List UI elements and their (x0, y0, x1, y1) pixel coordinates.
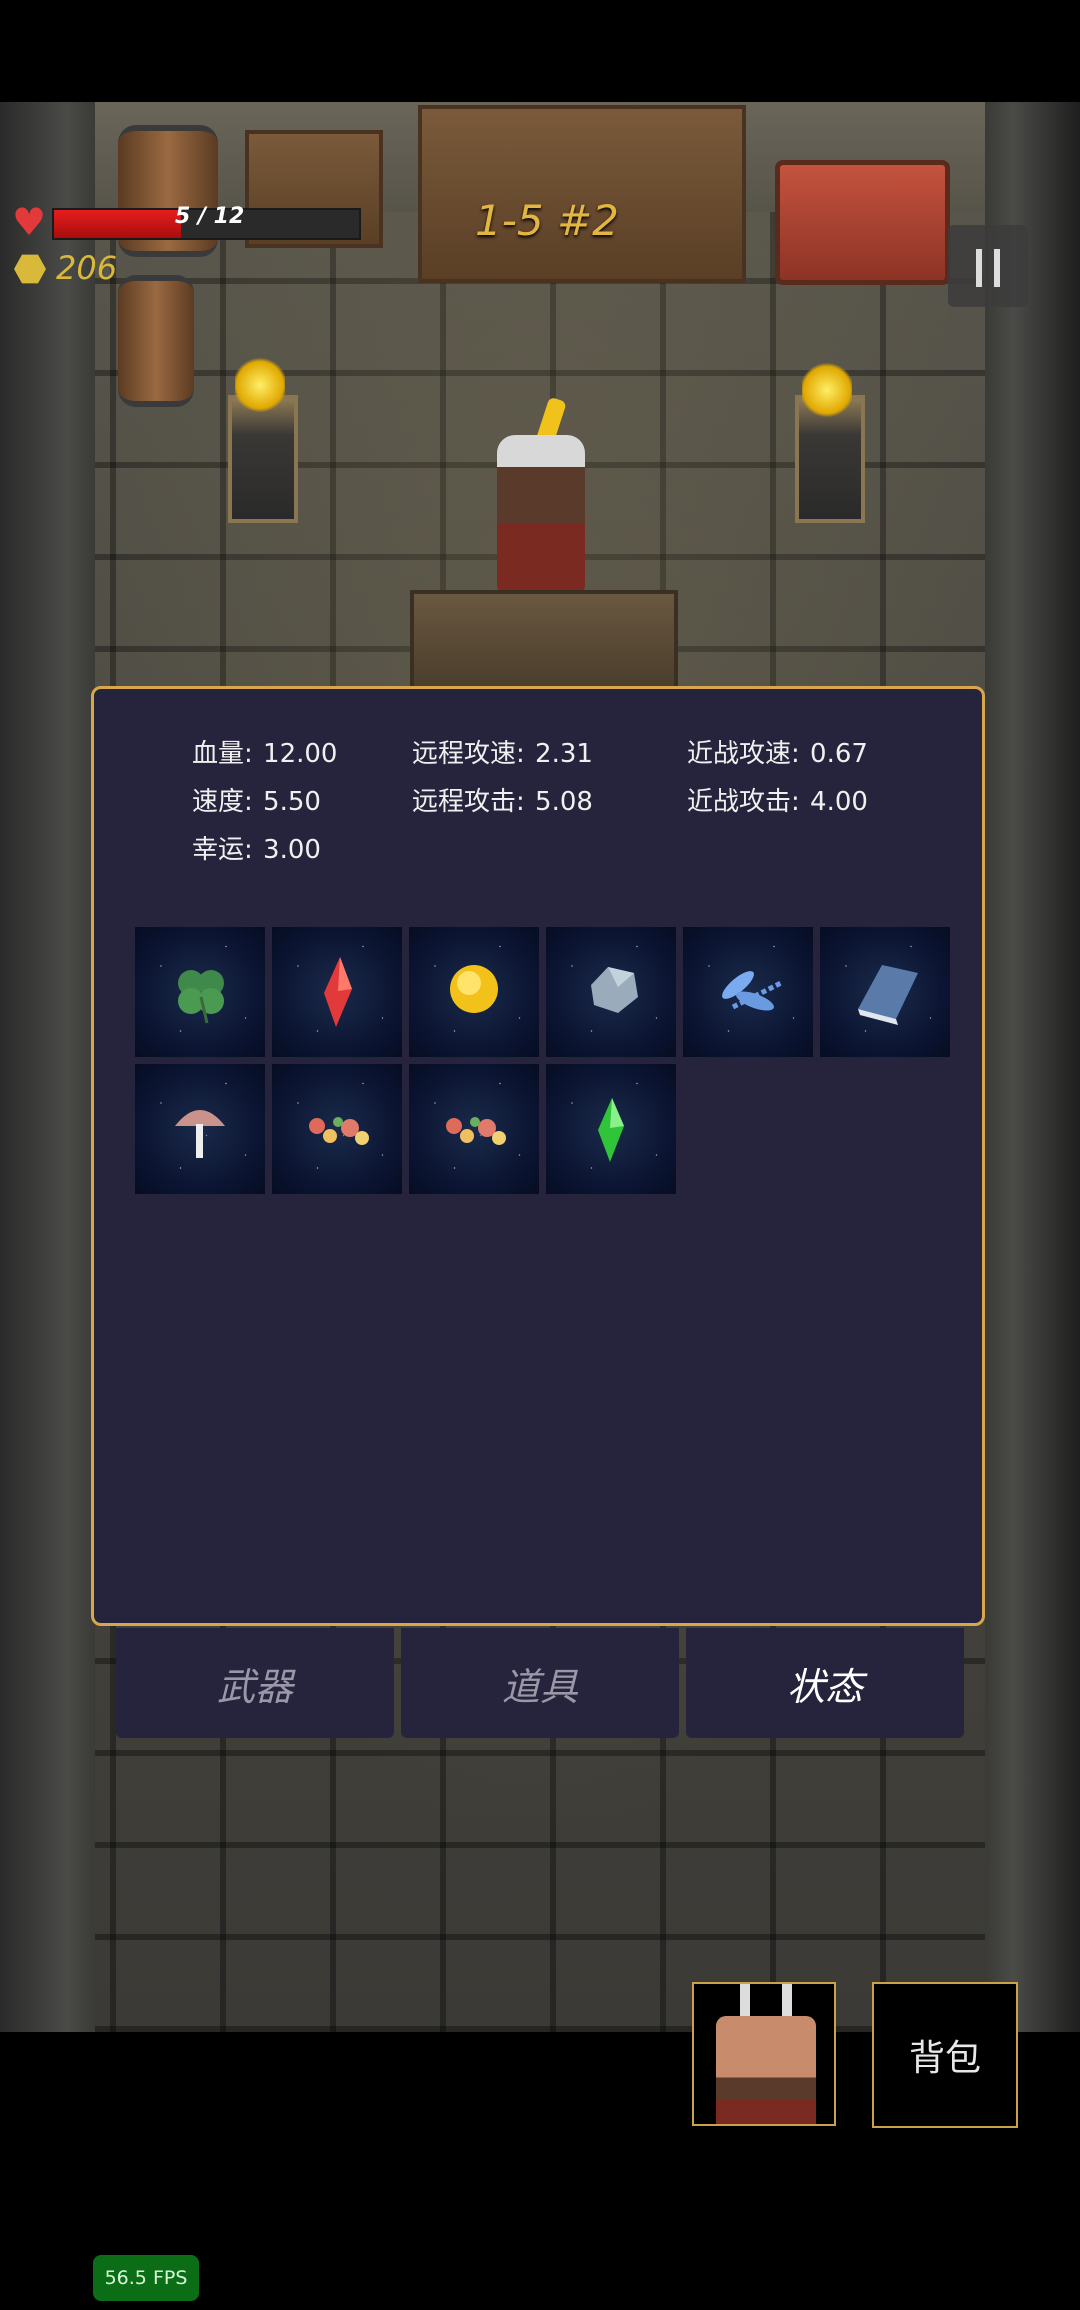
npc-character[interactable] (497, 435, 585, 595)
stat-label: 远程攻速: (412, 739, 525, 769)
game-screen: ♥ 5 / 12 206 1-5 #2 血量: 12.00 远程攻速: 2.31… (0, 0, 1080, 2310)
fps-counter: 56.5 FPS (93, 2255, 199, 2301)
level-indicator: 1-5 #2 (475, 196, 619, 245)
stat-luck: 幸运: 3.00 (192, 829, 321, 866)
gray-stone-icon (591, 967, 638, 1013)
item-slot[interactable] (272, 1064, 402, 1194)
green-crystal-icon (598, 1098, 624, 1162)
pause-icon (994, 249, 1000, 287)
mushroom-icon (175, 1110, 225, 1158)
barrel (118, 275, 194, 407)
coin-count: 206 (56, 249, 118, 287)
item-slot[interactable] (135, 927, 265, 1057)
dungeon-wall-left (0, 102, 95, 2032)
stat-value: 4.00 (810, 787, 868, 817)
dragonfly-icon (722, 971, 785, 1011)
tab-items[interactable]: 道具 (401, 1628, 679, 1738)
heart-icon: ♥ (12, 200, 47, 244)
pause-icon (976, 249, 982, 287)
item-slot[interactable] (409, 1064, 539, 1194)
sun-orb-icon (450, 965, 498, 1013)
tab-weapons[interactable]: 武器 (116, 1628, 394, 1738)
torch-flame (235, 355, 285, 415)
stat-speed: 速度: 5.50 (192, 781, 321, 818)
stat-melee-attack-speed: 近战攻速: 0.67 (687, 733, 868, 770)
treasure-chest (775, 160, 950, 285)
stat-label: 远程攻击: (412, 787, 525, 817)
hp-bar-fill (54, 210, 182, 238)
bookshelf (418, 105, 746, 283)
pause-button[interactable] (948, 225, 1028, 307)
status-panel: 血量: 12.00 远程攻速: 2.31 近战攻速: 0.67 速度: 5.50… (91, 686, 985, 1626)
dungeon-wall-right (985, 102, 1080, 2032)
item-slot[interactable] (683, 927, 813, 1057)
stat-label: 血量: (192, 739, 253, 769)
stat-value: 5.50 (263, 787, 321, 817)
item-slot[interactable] (135, 1064, 265, 1194)
stat-value: 12.00 (263, 739, 338, 769)
item-slot[interactable] (272, 927, 402, 1057)
stat-ranged-attack-speed: 远程攻速: 2.31 (412, 733, 593, 770)
stat-hp: 血量: 12.00 (192, 733, 337, 770)
stat-melee-attack: 近战攻击: 4.00 (687, 781, 868, 818)
red-crystal-icon (324, 957, 352, 1027)
item-slot[interactable] (546, 927, 676, 1057)
item-slot[interactable] (820, 927, 950, 1057)
character-portrait-button[interactable] (692, 1982, 836, 2126)
stat-ranged-attack: 远程攻击: 5.08 (412, 781, 593, 818)
stat-label: 幸运: (192, 835, 253, 865)
stat-label: 速度: (192, 787, 253, 817)
stat-label: 近战攻速: (687, 739, 800, 769)
stat-value: 2.31 (535, 739, 593, 769)
stat-value: 5.08 (535, 787, 593, 817)
item-slot[interactable] (409, 927, 539, 1057)
stat-value: 3.00 (263, 835, 321, 865)
torch-flame (802, 360, 852, 420)
item-slot[interactable] (546, 1064, 676, 1194)
stat-value: 0.67 (810, 739, 868, 769)
avatar (716, 2016, 816, 2124)
shop-table[interactable] (410, 590, 678, 693)
stat-label: 近战攻击: (687, 787, 800, 817)
bag-button[interactable]: 背包 (872, 1982, 1018, 2128)
blue-book-icon (858, 965, 918, 1025)
tab-status[interactable]: 状态 (686, 1628, 964, 1738)
flower-cluster-icon (446, 1117, 506, 1145)
four-leaf-clover-icon (178, 970, 224, 1024)
hp-text: 5 / 12 (175, 204, 245, 229)
flower-cluster-icon (309, 1117, 369, 1145)
